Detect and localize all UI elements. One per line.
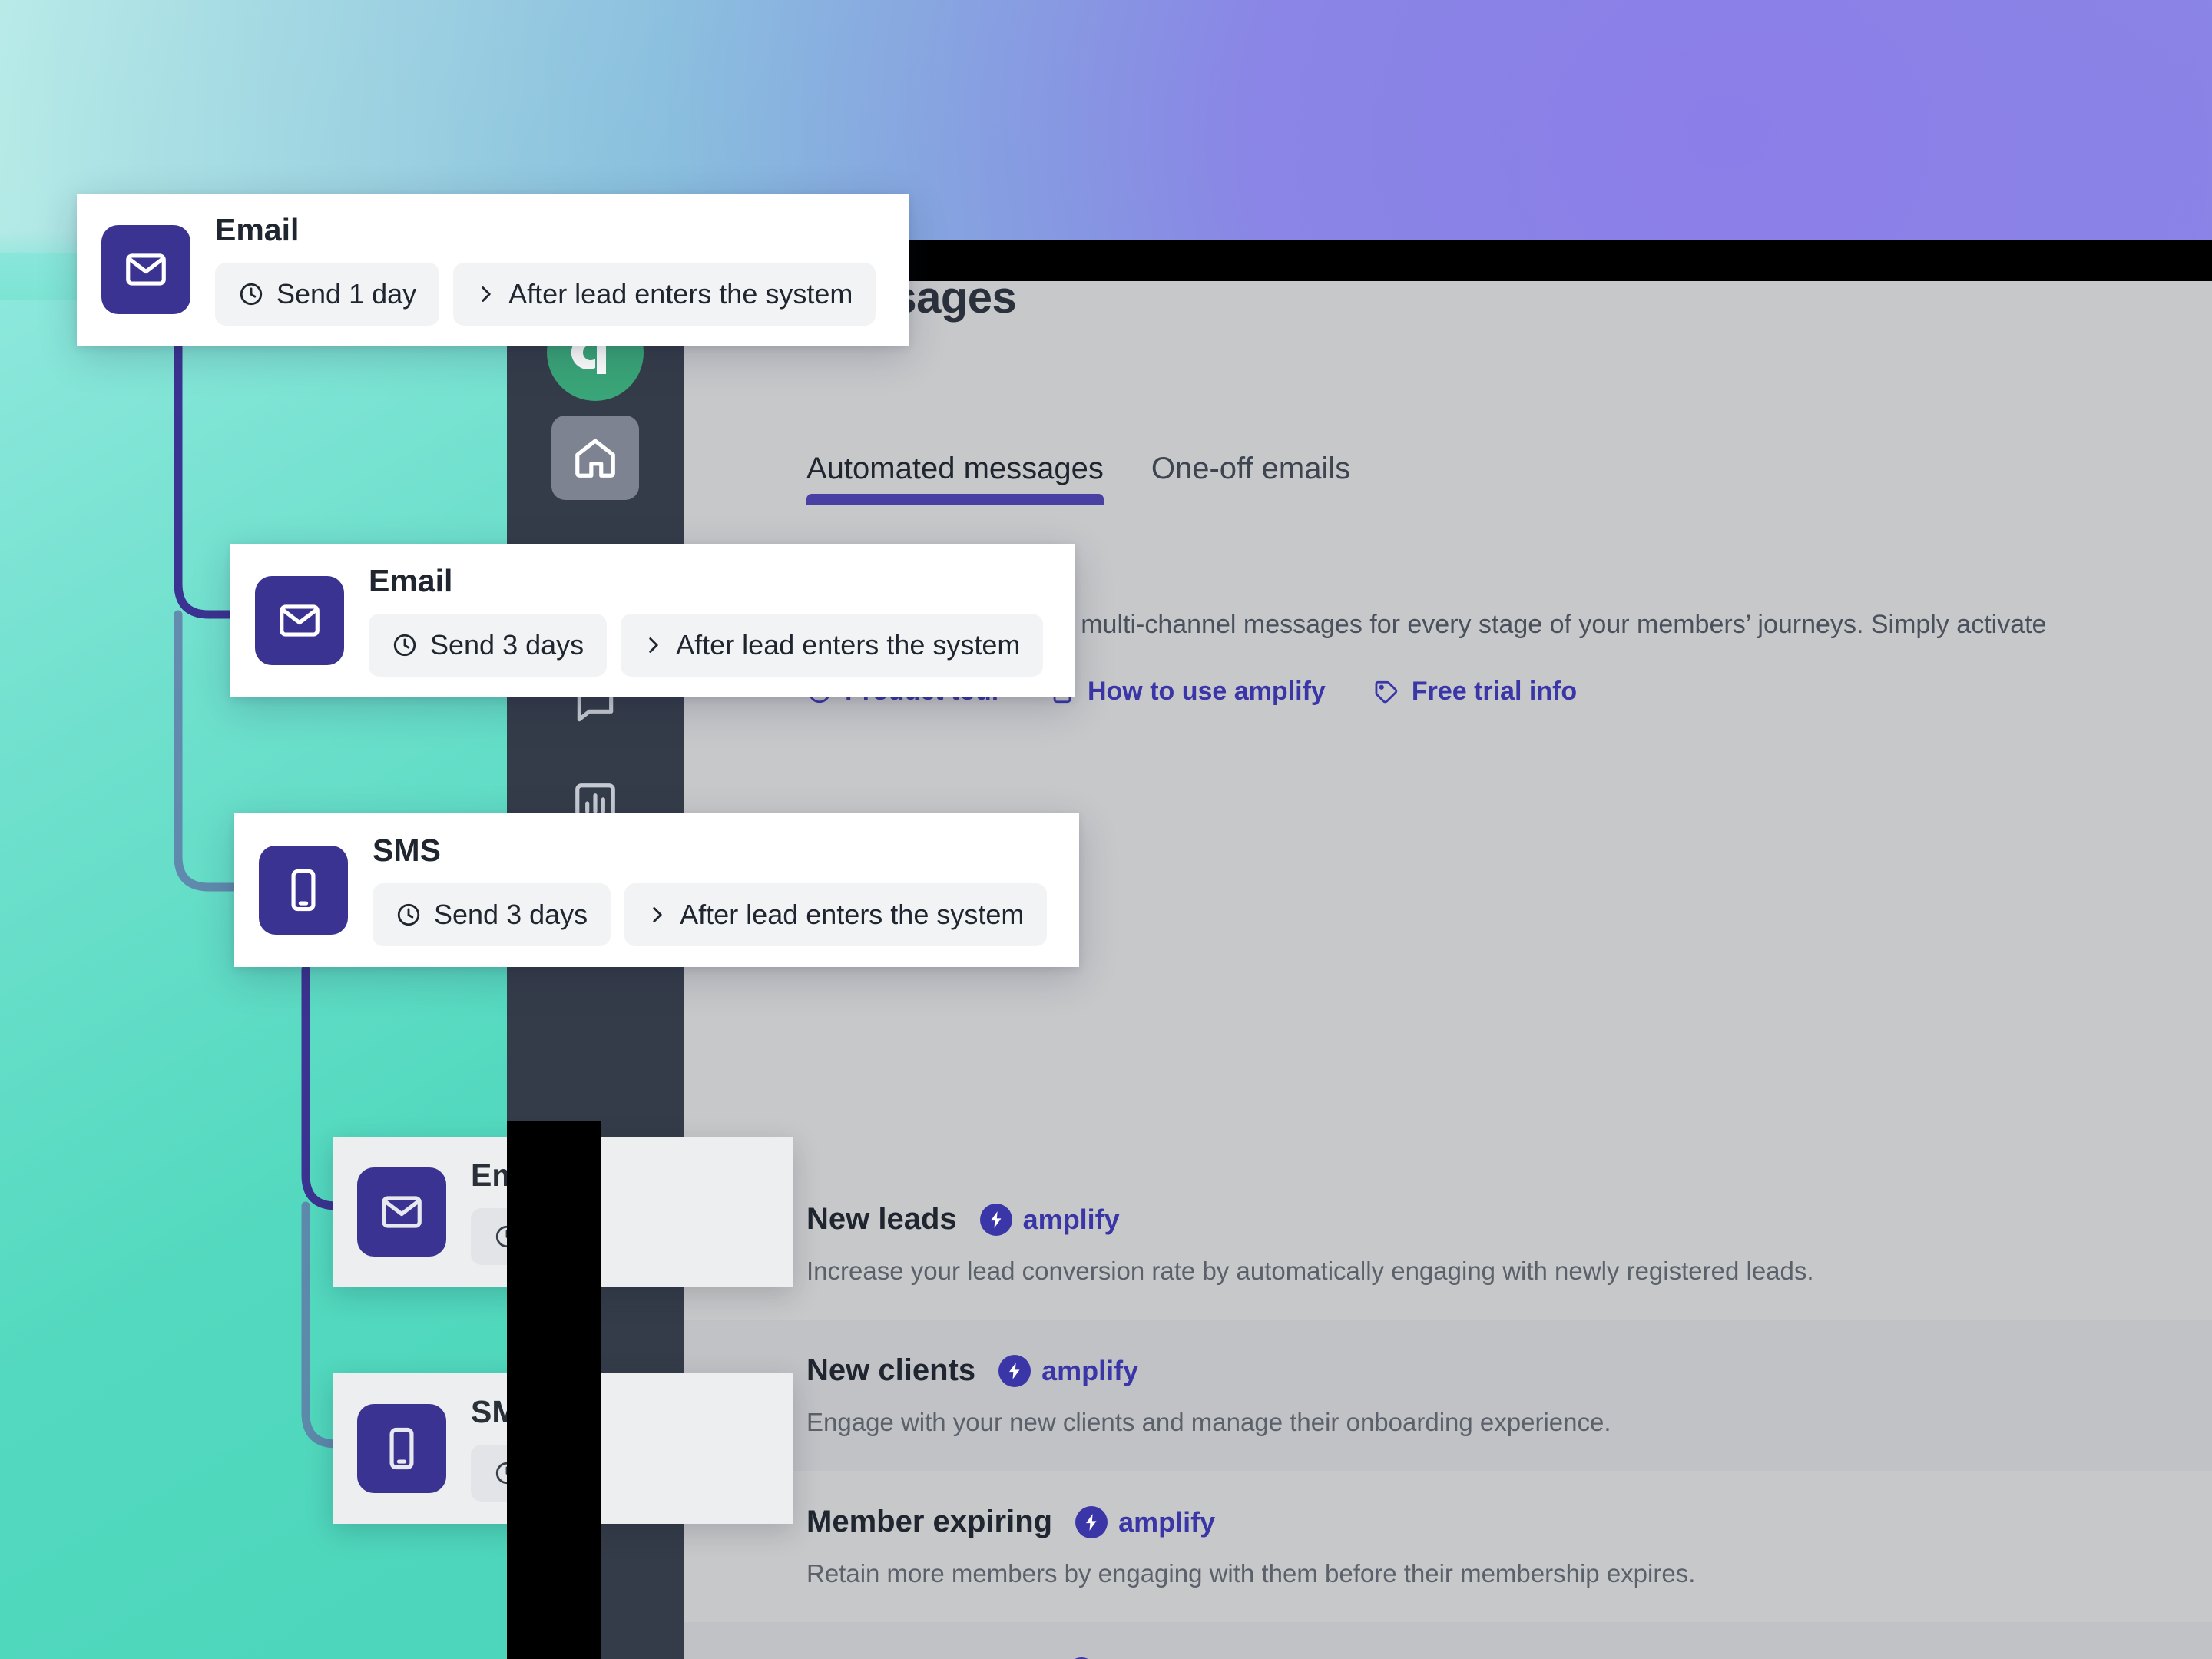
tab-automated-messages[interactable]: Automated messages xyxy=(806,452,1104,505)
row-description: Increase your lead conversion rate by au… xyxy=(806,1257,1814,1285)
tag-icon xyxy=(1373,679,1399,705)
chevron-right-icon xyxy=(647,902,667,928)
row-title: New leads xyxy=(806,1202,957,1236)
how-to-use-amplify-link[interactable]: How to use amplify xyxy=(1049,677,1326,707)
table-row[interactable]: New clients amplify Engage with your new… xyxy=(684,1320,2212,1471)
flow-card-email-1[interactable]: Email Send 1 day After lead enters the s… xyxy=(77,194,909,346)
delay-chip[interactable]: Send 3 days xyxy=(369,613,608,677)
tab-one-off-emails[interactable]: One-off emails xyxy=(1151,452,1350,505)
trigger-chip-label: After lead enters the system xyxy=(680,898,1025,930)
amplify-badge: amplify xyxy=(998,1354,1139,1387)
flow-card-title: SMS xyxy=(373,832,441,868)
flow-card-chips: Send 3 days After lead enters the system xyxy=(369,613,1044,677)
amplify-bolt-icon xyxy=(979,1203,1012,1236)
home-icon xyxy=(571,434,619,482)
flow-card-chips: Send 3 days After lead enters the system xyxy=(373,882,1048,946)
flow-card-chips: Send 1 day After lead enters the system xyxy=(215,262,876,326)
amplify-badge-label: amplify xyxy=(1118,1505,1216,1538)
trigger-chip[interactable]: After lead enters the system xyxy=(453,262,876,326)
flow-card-title: Email xyxy=(369,562,453,598)
phone-icon xyxy=(259,846,348,935)
phone-icon xyxy=(357,1404,446,1493)
trigger-chip-label: After lead enters the system xyxy=(508,277,853,310)
row-header: Member expiring amplify xyxy=(806,1505,2212,1539)
row-header: New clients amplify xyxy=(806,1353,2212,1388)
tab-bar: Automated messages One-off emails xyxy=(806,452,1350,505)
clock-icon xyxy=(238,281,264,307)
trigger-chip-label: After lead enters the system xyxy=(676,628,1021,661)
app-content: Messages Automated messages One-off emai… xyxy=(684,281,2212,1659)
amplify-bolt-icon xyxy=(1075,1505,1108,1538)
amplify-bolt-icon xyxy=(998,1354,1031,1387)
row-title: Member expired xyxy=(806,1656,1042,1659)
flow-card-title: Email xyxy=(215,211,300,247)
envelope-icon xyxy=(101,225,190,314)
table-row[interactable]: Member expired amplify Win-back lost mem… xyxy=(684,1622,2212,1659)
row-description: Engage with your new clients and manage … xyxy=(806,1408,1611,1436)
amplify-badge: amplify xyxy=(979,1203,1120,1236)
chevron-right-icon xyxy=(476,281,496,307)
table-row[interactable]: Member expiring amplify Retain more memb… xyxy=(684,1471,2212,1622)
trigger-chip[interactable]: After lead enters the system xyxy=(621,613,1044,677)
how-to-use-amplify-label: How to use amplify xyxy=(1087,677,1326,706)
envelope-icon xyxy=(357,1167,446,1257)
flow-card-body: Email Send 1 day After lead enters the s… xyxy=(215,214,876,326)
delay-chip[interactable]: Send 1 day xyxy=(215,262,440,326)
delay-chip-label: Send 3 days xyxy=(434,898,588,930)
flow-card-body: Email Send 3 days After lead enters the … xyxy=(369,562,1044,677)
delay-chip-label: Send 3 days xyxy=(430,628,584,661)
sidebar-item-home[interactable] xyxy=(551,416,639,500)
flow-card-body: SMS Send 3 days After lead enters the sy… xyxy=(373,832,1048,946)
window-left-edge xyxy=(507,1121,601,1659)
row-title: New clients xyxy=(806,1353,976,1387)
delay-chip-label: Send 1 day xyxy=(276,277,417,310)
delay-chip[interactable]: Send 3 days xyxy=(373,882,611,946)
flow-card-email-2[interactable]: Email Send 3 days After lead enters the … xyxy=(230,544,1075,697)
free-trial-info-label: Free trial info xyxy=(1411,677,1578,706)
flow-card-sms-1[interactable]: SMS Send 3 days After lead enters the sy… xyxy=(234,813,1079,967)
envelope-icon xyxy=(255,576,344,665)
chevron-right-icon xyxy=(644,632,664,658)
clock-icon xyxy=(396,902,422,928)
free-trial-info-link[interactable]: Free trial info xyxy=(1373,677,1577,707)
amplify-badge-label: amplify xyxy=(1041,1354,1139,1386)
row-description: Retain more members by engaging with the… xyxy=(806,1559,1696,1588)
amplify-badge-label: amplify xyxy=(1022,1203,1120,1235)
row-title: Member expiring xyxy=(806,1505,1053,1538)
amplify-badge: amplify xyxy=(1075,1505,1216,1538)
row-header: Member expired amplify xyxy=(806,1656,2212,1659)
trigger-chip[interactable]: After lead enters the system xyxy=(624,882,1048,946)
row-header: New leads amplify xyxy=(806,1202,2212,1237)
automation-list: New leads amplify Increase your lead con… xyxy=(684,1168,2212,1659)
clock-icon xyxy=(392,632,418,658)
table-row[interactable]: New leads amplify Increase your lead con… xyxy=(684,1168,2212,1320)
